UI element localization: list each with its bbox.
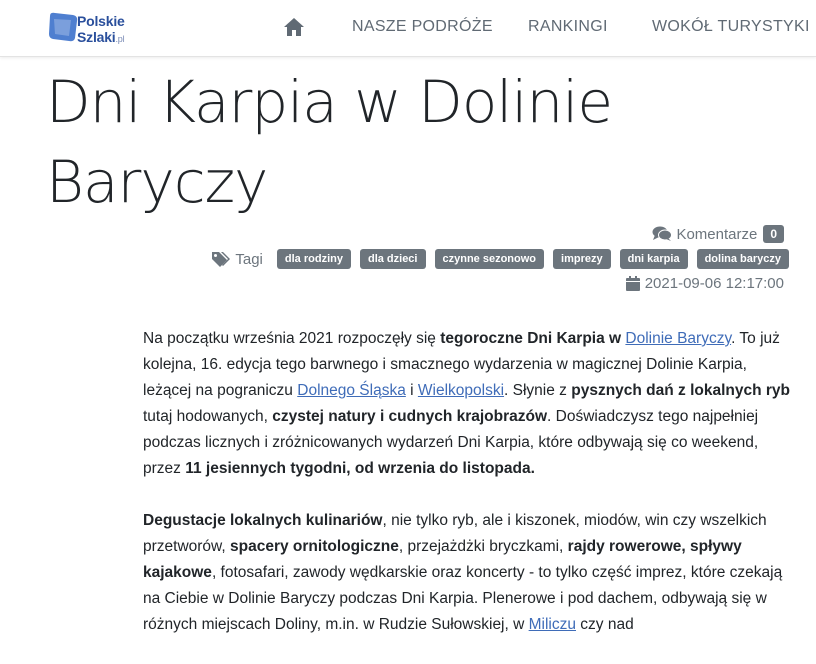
article-paragraph: Degustacje lokalnych kulinariów, nie tyl… [143,508,797,638]
text-span: , fotosafari, zawody wędkarskie oraz kon… [143,564,783,633]
nav-link-nasze-podroze[interactable]: NASZE PODRÓŻE [352,18,493,36]
tags-icon [212,252,231,267]
link-dolny-slask[interactable]: Dolnego Śląska [297,382,406,399]
bold-text: czystej natury i cudnych krajobrazów [272,408,548,425]
text-span: Na początku września 2021 rozpoczęły się [143,330,441,347]
brand-domain-suffix: .pl [115,34,125,44]
comments-icon [652,226,673,241]
brand-name-line1: Polskie [77,13,125,29]
tag-imprezy[interactable]: imprezy [553,249,611,269]
tag-czynne-sezonowo[interactable]: czynne sezonowo [434,249,545,269]
link-dolina-baryczy[interactable]: Dolinie Baryczy [625,330,731,347]
text-span: czy nad [576,616,634,633]
link-wielkopolska[interactable]: Wielkopolski [418,382,504,399]
publish-date-value: 2021-09-06 12:17:00 [644,274,784,292]
brand-logo[interactable]: Polskie Szlaki.pl [47,8,157,48]
bold-text: spacery ornitologiczne [230,538,399,555]
logo-mark-icon [49,12,78,42]
text-span: i [405,382,418,399]
tag-dla-dzieci[interactable]: dla dzieci [359,249,426,269]
comments-link[interactable]: Komentarze 0 [652,224,784,244]
publish-date: 2021-09-06 12:17:00 [625,273,784,293]
nav-link-wokol-turystyki[interactable]: WOKÓŁ TURYSTYKI [652,18,810,36]
text-span: , przejażdżki bryczkami, [398,538,568,555]
text-span: tutaj hodowanych, [143,408,273,425]
page-title: Dni Karpia w Dolinie Baryczy [46,68,613,216]
tag-dla-rodziny[interactable]: dla rodziny [276,249,351,269]
home-icon[interactable] [283,17,305,37]
bold-text: tegoroczne Dni Karpia w [440,330,626,347]
calendar-icon [625,275,640,291]
tags-row: Tagi dla rodziny dla dzieci czynne sezon… [211,248,789,270]
comments-label: Komentarze [676,225,758,243]
tag-dni-karpia[interactable]: dni karpia [619,249,688,269]
brand-name-main: Szlaki [77,29,116,45]
text-span: . Słynie z [504,382,572,399]
article-body: Na początku września 2021 rozpoczęły się… [143,326,797,664]
link-milicz[interactable]: Miliczu [529,616,576,633]
article-paragraph: Na początku września 2021 rozpoczęły się… [143,326,797,482]
tag-dolina-baryczy[interactable]: dolina baryczy [696,249,789,269]
bold-text: 11 jesiennych tygodni, od wrzenia do lis… [185,460,535,477]
tags-label: Tagi [235,250,263,268]
bold-text: pysznych dań z lokalnych ryb [571,382,791,399]
brand-name-line2: Szlaki.pl [77,29,125,45]
nav-link-rankingi[interactable]: RANKINGI [528,18,608,36]
comments-count-badge: 0 [763,225,784,243]
top-navbar: Polskie Szlaki.pl NASZE PODRÓŻE RANKINGI… [0,0,816,57]
bold-text: Degustacje lokalnych kulinariów [143,512,383,529]
